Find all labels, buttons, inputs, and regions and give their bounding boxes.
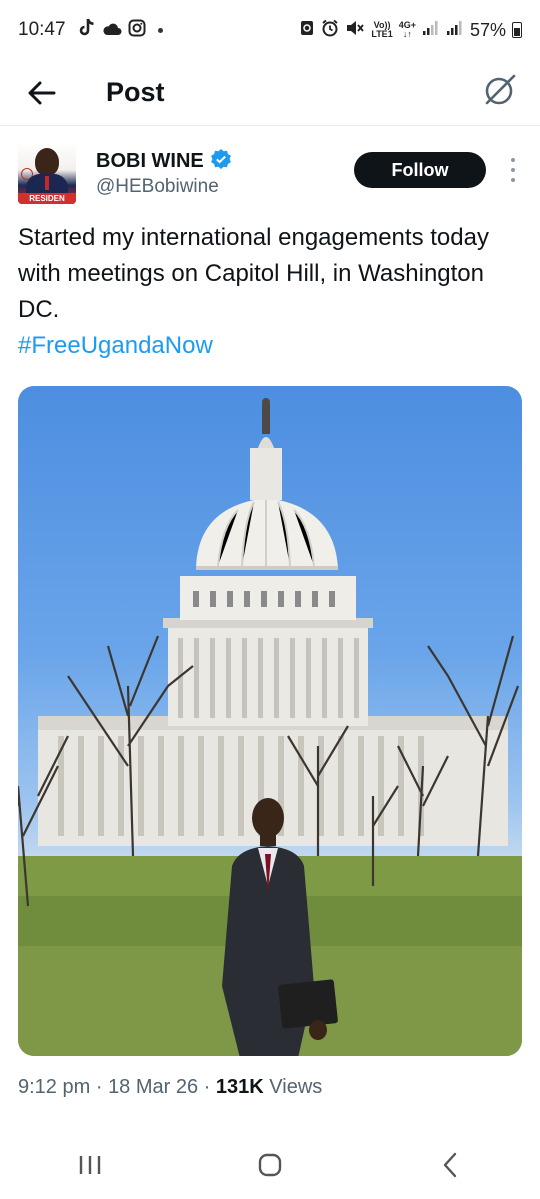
back-arrow-icon [28, 81, 56, 104]
status-time: 10:47 [18, 19, 66, 40]
more-options-icon[interactable] [508, 158, 518, 182]
signal-icon-2 [446, 20, 464, 41]
instagram-icon [128, 19, 146, 42]
more-dot-3 [511, 178, 515, 182]
lte-label: LTE1 [371, 29, 393, 39]
views-count[interactable]: 131K [216, 1076, 264, 1098]
status-right: Vo)) LTE1 4G+ ↓↑ 57% [299, 19, 522, 42]
author-name-row: BOBI WINE [96, 148, 232, 175]
author-name[interactable]: BOBI WINE [96, 150, 204, 173]
recycle-icon [299, 19, 315, 42]
post-author-row: RESIDEN BOBI WINE @HEBobiwine Follow [18, 142, 522, 208]
grok-button[interactable] [480, 70, 520, 110]
signal-icon [422, 20, 440, 41]
chevron-left-icon [443, 1152, 457, 1177]
status-left: 10:47 [18, 18, 163, 43]
network-4g-indicator: 4G+ ↓↑ [399, 21, 416, 39]
post-date: 18 Mar 26 [108, 1076, 199, 1098]
post-text: Started my international engagements tod… [18, 220, 518, 364]
top-app-bar: Post [0, 60, 540, 126]
meta-separator: · [203, 1076, 211, 1098]
meta-separator: · [95, 1076, 103, 1098]
notification-dot-icon [157, 27, 163, 33]
follow-button[interactable]: Follow [354, 152, 486, 188]
avatar-banner: RESIDEN [18, 193, 76, 204]
mute-icon [345, 19, 365, 42]
views-label[interactable]: Views [269, 1076, 322, 1098]
verified-badge-icon [210, 148, 232, 175]
tiktok-icon [78, 18, 96, 43]
recents-icon [79, 1155, 101, 1174]
page-title: Post [106, 77, 165, 107]
more-dot-2 [511, 168, 515, 172]
avatar-face [35, 148, 59, 176]
capitol-photo-illustration [18, 398, 522, 1056]
recents-button[interactable] [60, 1140, 120, 1190]
avatar-tie [45, 176, 49, 190]
hashtag-link[interactable]: #FreeUgandaNow [18, 328, 518, 364]
battery-icon [512, 22, 522, 38]
post-body: Started my international engagements tod… [18, 224, 489, 323]
more-dot-1 [511, 158, 515, 162]
home-button[interactable] [240, 1140, 300, 1190]
home-icon [258, 1153, 282, 1176]
status-bar: 10:47 Vo)) LTE1 4G+ ↓↑ 57% [0, 0, 540, 60]
post-meta: 9:12 pm · 18 Mar 26 · 131K Views [18, 1076, 322, 1099]
data-arrows-icon: ↓↑ [402, 29, 412, 39]
grok-icon [485, 74, 516, 105]
volte-indicator: Vo)) LTE1 [371, 21, 392, 39]
cloud-icon [102, 20, 122, 41]
alarm-icon [321, 19, 339, 42]
system-nav-bar [0, 1130, 540, 1199]
battery-percent: 57% [469, 19, 506, 40]
author-handle[interactable]: @HEBobiwine [96, 176, 219, 198]
system-back-button[interactable] [420, 1140, 480, 1190]
post-photo[interactable] [18, 386, 522, 1056]
avatar[interactable]: RESIDEN [18, 142, 76, 204]
back-button[interactable] [18, 69, 66, 117]
post-time: 9:12 pm [18, 1076, 91, 1098]
